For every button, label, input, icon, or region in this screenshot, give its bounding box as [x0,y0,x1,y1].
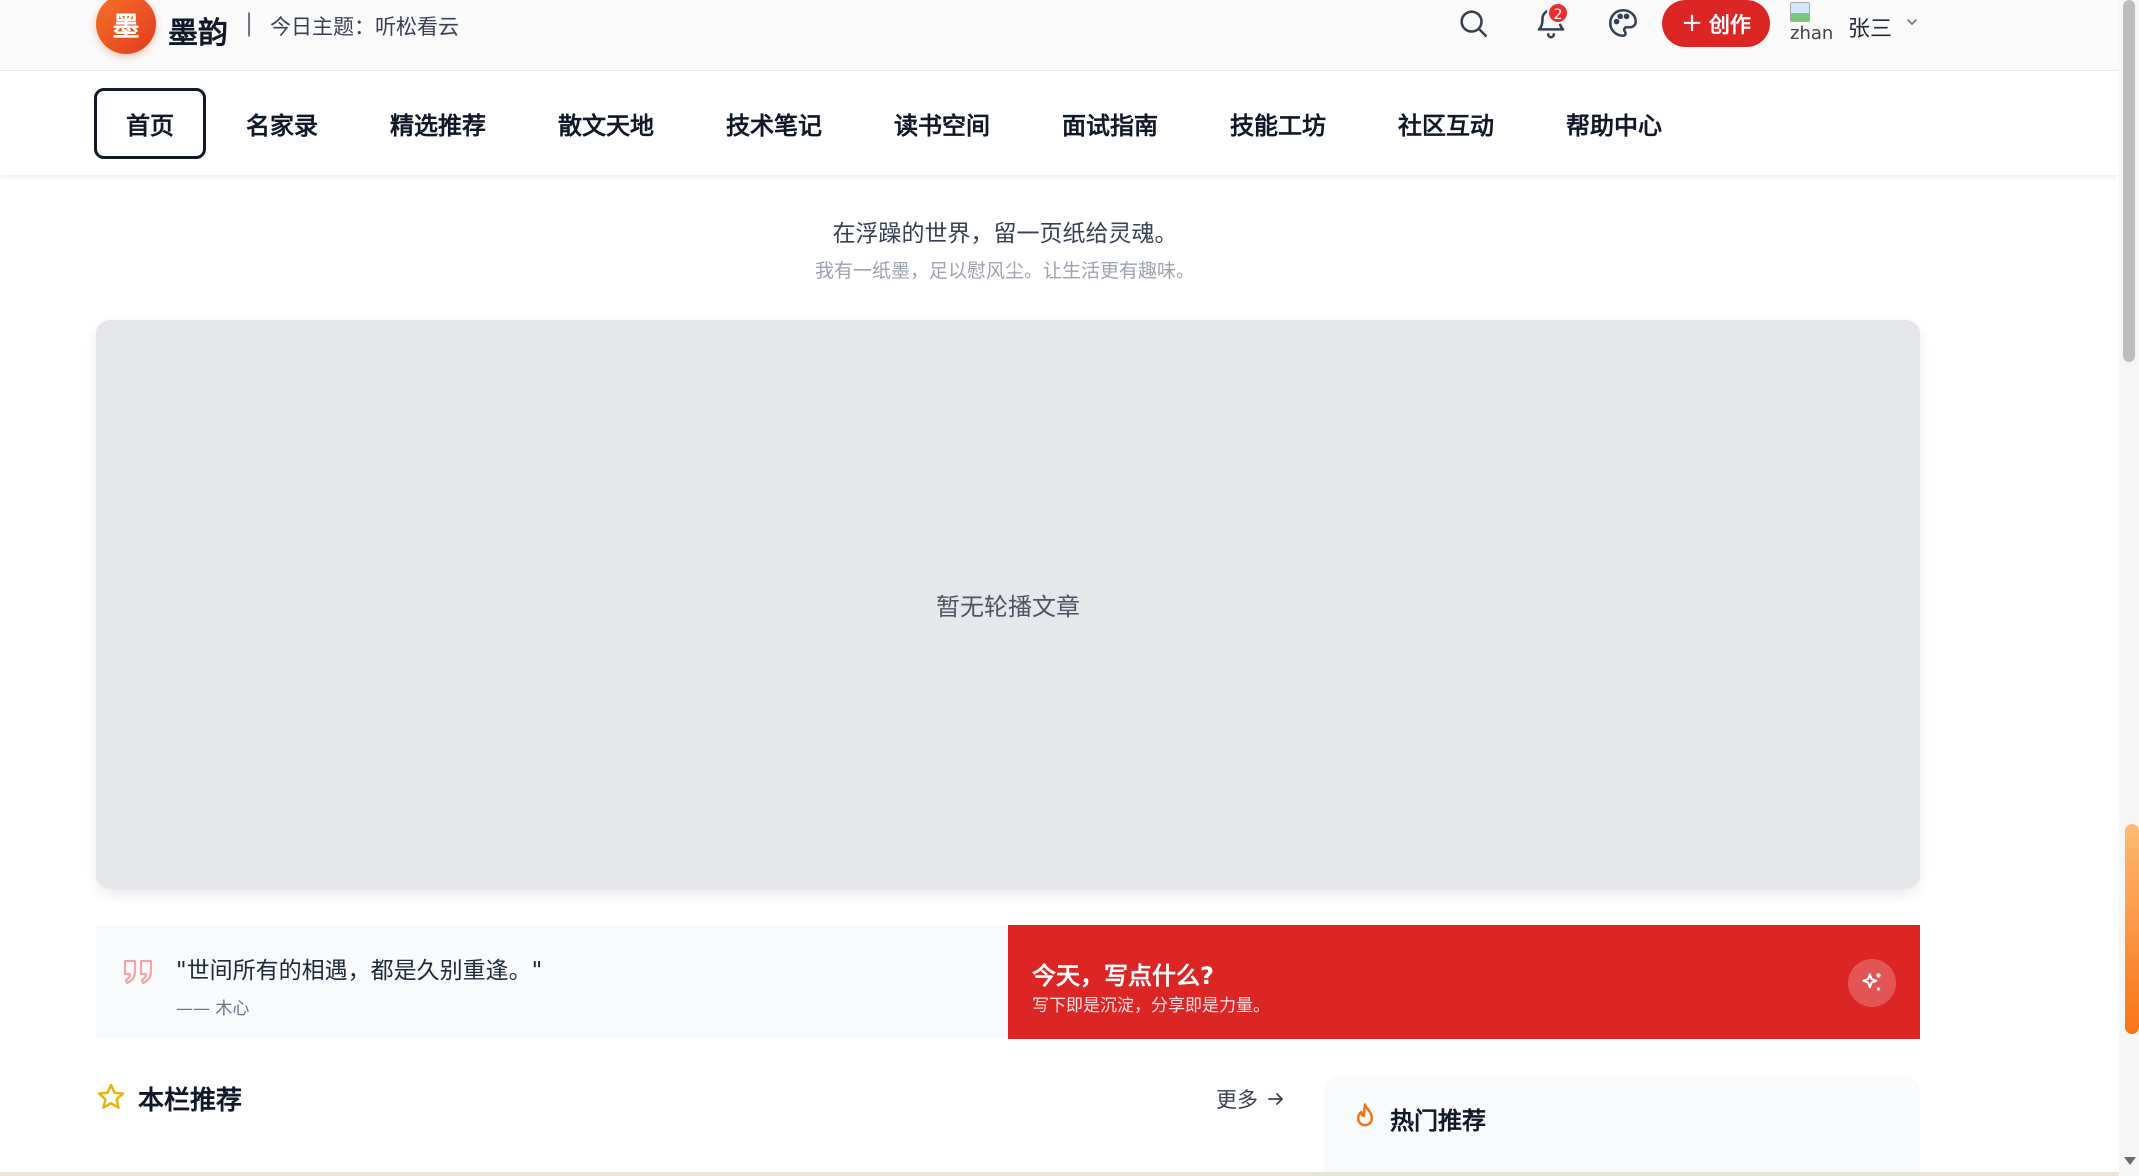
notification-badge: 2 [1547,2,1569,24]
star-icon [97,1083,125,1109]
nav-item-home[interactable]: 首页 [94,88,206,159]
more-link-label: 更多 [1216,1088,1258,1112]
daily-quote: "世间所有的相遇，都是久别重逢。" —— 木心 [96,925,1008,1039]
user-name[interactable]: 张三 [1848,11,1892,43]
carousel-empty-text: 暂无轮播文章 [936,593,1080,621]
nav-item-masters[interactable]: 名家录 [230,88,334,159]
flame-icon [1356,1103,1374,1127]
daily-theme: 今日主题：听松看云 [270,15,459,39]
page-scrollbar[interactable] [2119,0,2139,1176]
arrow-right-icon [1268,1093,1283,1105]
create-button[interactable]: + 创作 [1662,0,1770,47]
nav-item-skills[interactable]: 技能工坊 [1218,88,1338,159]
nav-item-community[interactable]: 社区互动 [1386,88,1506,159]
brand-name[interactable]: 墨韵 [168,8,228,52]
nav-item-interview[interactable]: 面试指南 [1050,88,1170,159]
brand-separator: | [245,9,254,37]
palette-icon[interactable] [1606,6,1640,40]
write-prompt-banner[interactable]: 今天，写点什么? 写下即是沉淀，分享即是力量。 [1008,925,1920,1039]
quote-text: "世间所有的相遇，都是久别重逢。" [176,958,543,984]
ai-write-button[interactable] [1848,959,1896,1007]
top-header: 墨 墨韵 | 今日主题：听松看云 2 + 创作 zhan 张三 [0,0,2119,71]
avatar-alt-text: zhan [1790,23,1834,44]
hot-recommend-card: 热门推荐 [1324,1076,1920,1176]
article-carousel[interactable]: 暂无轮播文章 [96,320,1920,889]
chevron-down-icon[interactable] [1904,14,1920,30]
scroll-down-arrow-icon[interactable] [2124,1157,2136,1165]
write-prompt-subtitle: 写下即是沉淀，分享即是力量。 [1032,996,1270,1016]
search-icon[interactable] [1456,6,1490,40]
write-prompt-title: 今天，写点什么? [1032,962,1214,990]
quote-author: —— 木心 [176,999,250,1019]
broken-image-icon [1790,2,1810,22]
section-title: 本栏推荐 [138,1086,243,1116]
nav-item-featured[interactable]: 精选推荐 [378,88,498,159]
scrollbar-thumb[interactable] [2123,0,2135,362]
plus-icon: + [1681,7,1703,38]
main-nav: 首页 名家录 精选推荐 散文天地 技术笔记 读书空间 面试指南 技能工坊 社区互… [0,71,2119,175]
hot-recommend-title: 热门推荐 [1390,1107,1486,1135]
nav-item-reading[interactable]: 读书空间 [882,88,1002,159]
sparkle-icon [1862,973,1881,991]
slogan: 在浮躁的世界，留一页纸给灵魂。 [832,221,1178,247]
reading-progress-bar [2125,824,2139,1034]
nav-item-prose[interactable]: 散文天地 [546,88,666,159]
avatar[interactable]: zhan [1790,2,1834,48]
more-link[interactable]: 更多 [1216,1084,1286,1114]
quote-icon [123,959,153,985]
nav-item-help[interactable]: 帮助中心 [1554,88,1674,159]
sub-slogan: 我有一纸墨，足以慰风尘。让生活更有趣味。 [814,260,1195,282]
site-logo[interactable]: 墨 [96,0,156,54]
create-button-label: 创作 [1708,12,1751,37]
page-divider [0,1172,2119,1176]
nav-item-tech-notes[interactable]: 技术笔记 [714,88,834,159]
